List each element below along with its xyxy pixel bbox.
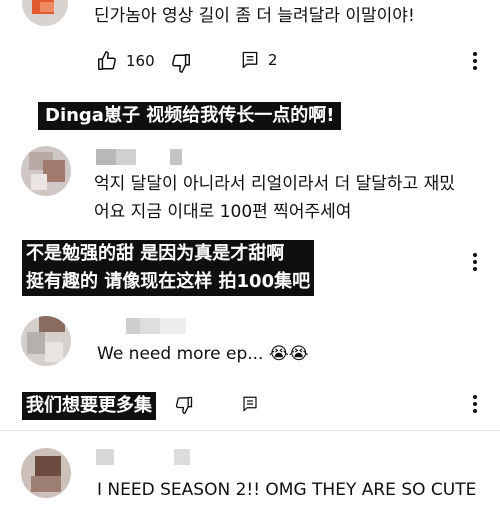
avatar[interactable] (22, 0, 68, 26)
like-count: 160 (126, 52, 155, 70)
dislike-button[interactable] (170, 52, 192, 74)
avatar[interactable] (21, 316, 71, 366)
subtitle-caption: Dinga崽子 视频给我传长一点的啊! (38, 102, 342, 130)
more-vert-icon (473, 52, 477, 56)
author-name-redacted[interactable] (96, 318, 186, 334)
thumbs-down-icon (175, 396, 193, 414)
subtitle-caption: 不是勉强的甜 是因为真是才甜啊 挺有趣的 请像现在这样 拍100集吧 (22, 240, 315, 296)
reply-icon (243, 396, 257, 412)
reply-icon (242, 51, 258, 69)
subtitle-caption: 我们想要更多集 (22, 392, 156, 420)
comment-text: I NEED SEASON 2!! OMG THEY ARE SO CUTE (97, 480, 477, 500)
author-name-redacted[interactable] (96, 449, 190, 465)
avatar[interactable] (21, 146, 71, 196)
dislike-button[interactable] (174, 395, 194, 415)
author-name-redacted[interactable] (96, 149, 182, 165)
more-options-button[interactable] (473, 253, 479, 274)
reply-button[interactable]: 2 (240, 50, 278, 70)
more-vert-icon (473, 395, 477, 399)
like-button[interactable]: 160 (96, 50, 155, 72)
reply-button[interactable] (241, 395, 259, 413)
divider (0, 430, 500, 431)
avatar[interactable] (21, 448, 71, 498)
reply-count: 2 (268, 51, 278, 69)
thumbs-down-icon (172, 54, 190, 73)
more-vert-icon (473, 253, 477, 257)
more-options-button[interactable] (473, 395, 479, 416)
comment-text: We need more ep... 😭😭 (97, 344, 309, 364)
comment-text: 억지 달달이 아니라서 리얼이라서 더 달달하고 재밌 어요 지금 이대로 10… (94, 174, 455, 222)
more-options-button[interactable] (473, 52, 479, 73)
comment-text: 딘가놈아 영상 길이 좀 더 늘려달라 이말이야! (94, 6, 415, 26)
thumbs-up-icon (98, 51, 116, 70)
